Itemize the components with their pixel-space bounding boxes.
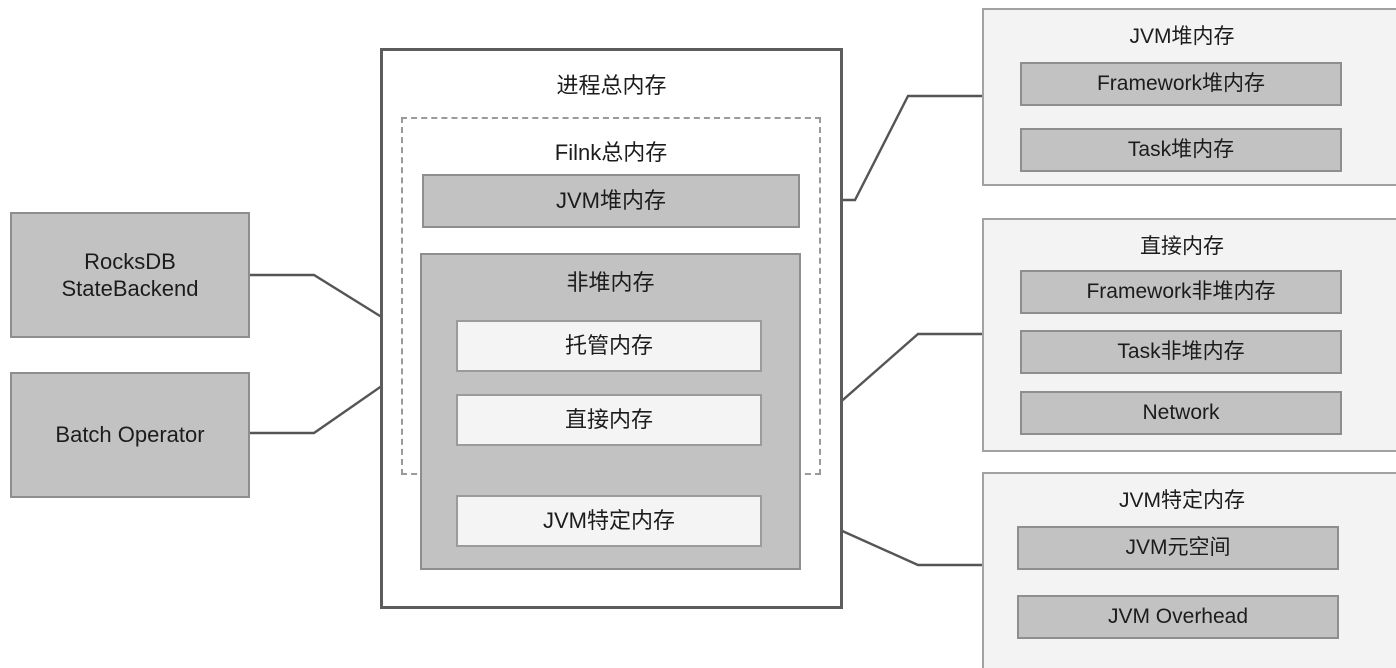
jvm-heap-memory-box[interactable]: JVM堆内存	[422, 174, 800, 228]
framework-off-heap-memory-label: Framework非堆内存	[1086, 279, 1276, 303]
jvm-specific-memory-box[interactable]: JVM特定内存	[456, 495, 762, 547]
jvm-specific-memory-label: JVM特定内存	[542, 508, 675, 534]
flink-total-memory-title: Filnk总内存	[554, 140, 668, 165]
jvm-overhead-box[interactable]: JVM Overhead	[1017, 595, 1339, 639]
jvm-metaspace-label: JVM元空间	[1125, 535, 1231, 559]
framework-heap-memory-box[interactable]: Framework堆内存	[1020, 62, 1342, 106]
task-off-heap-memory-box[interactable]: Task非堆内存	[1020, 330, 1342, 374]
task-heap-memory-box[interactable]: Task堆内存	[1020, 128, 1342, 172]
task-off-heap-memory-label: Task非堆内存	[1117, 339, 1245, 363]
source-label-line2: StateBackend	[61, 276, 199, 301]
jvm-metaspace-box[interactable]: JVM元空间	[1017, 526, 1339, 570]
source-box-rocksdb-statebackend[interactable]: RocksDB StateBackend	[10, 212, 250, 338]
direct-memory-label: 直接内存	[564, 407, 653, 433]
source-box-batch-operator[interactable]: Batch Operator	[10, 372, 250, 498]
jvm-heap-memory-label: JVM堆内存	[555, 188, 666, 214]
detail-panel-jvm-heap-title: JVM堆内存	[1129, 25, 1235, 48]
process-total-memory-title: 进程总内存	[556, 73, 667, 98]
managed-memory-box[interactable]: 托管内存	[456, 320, 762, 372]
source-box-batch-operator-label: Batch Operator	[55, 422, 205, 448]
diagram-canvas: RocksDB StateBackend Batch Operator 进程总内…	[0, 0, 1396, 668]
jvm-overhead-label: JVM Overhead	[1107, 604, 1249, 628]
network-memory-label: Network	[1142, 400, 1220, 424]
framework-heap-memory-label: Framework堆内存	[1096, 71, 1265, 95]
source-label-line1: RocksDB	[84, 248, 176, 274]
source-box-rocksdb-label: RocksDB StateBackend	[62, 248, 199, 303]
managed-memory-label: 托管内存	[564, 333, 653, 359]
detail-panel-direct-memory-title: 直接内存	[1140, 235, 1224, 258]
task-heap-memory-label: Task堆内存	[1127, 137, 1235, 161]
direct-memory-box[interactable]: 直接内存	[456, 394, 762, 446]
non-heap-memory-title: 非堆内存	[566, 270, 655, 295]
detail-panel-jvm-specific-title: JVM特定内存	[1119, 489, 1245, 512]
framework-off-heap-memory-box[interactable]: Framework非堆内存	[1020, 270, 1342, 314]
network-memory-box[interactable]: Network	[1020, 391, 1342, 435]
